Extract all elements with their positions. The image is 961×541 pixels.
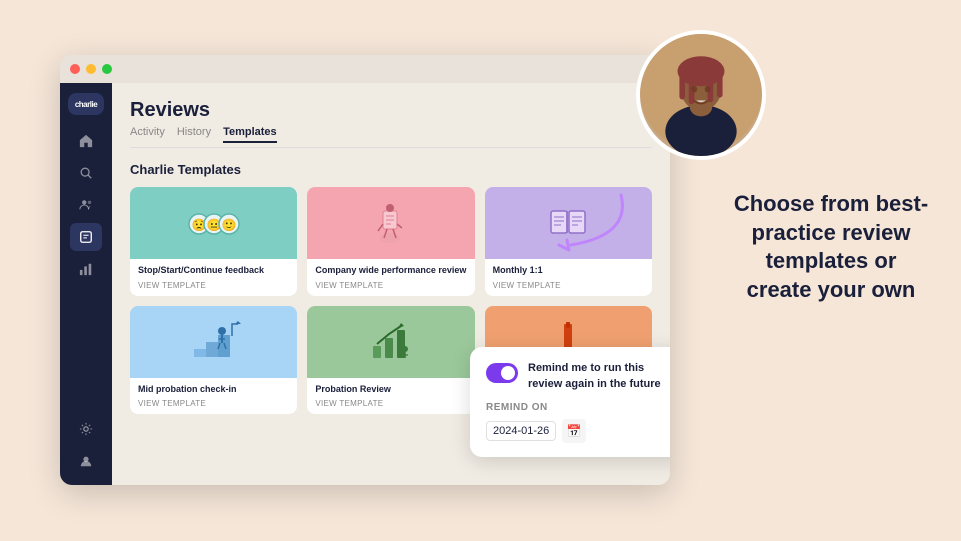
tab-history[interactable]: History	[177, 126, 211, 143]
card-body-monthly-11: Monthly 1:1 VIEW TEMPLATE	[485, 259, 652, 296]
remind-toggle[interactable]	[486, 363, 518, 383]
close-button[interactable]	[70, 64, 80, 74]
template-card-company-wide[interactable]: Company wide performance review VIEW TEM…	[307, 187, 474, 296]
maximize-button[interactable]	[102, 64, 112, 74]
view-template-probation-review[interactable]: VIEW TEMPLATE	[315, 399, 466, 408]
card-title-monthly-11: Monthly 1:1	[493, 265, 644, 277]
person-photo	[636, 30, 766, 160]
template-card-mid-probation[interactable]: Mid probation check-in VIEW TEMPLATE	[130, 306, 297, 415]
view-template-monthly-11[interactable]: VIEW TEMPLATE	[493, 281, 644, 290]
view-template-mid-probation[interactable]: VIEW TEMPLATE	[138, 399, 289, 408]
card-image-company-wide	[307, 187, 474, 259]
minimize-button[interactable]	[86, 64, 96, 74]
right-panel-text: Choose from best-practice review templat…	[731, 190, 931, 304]
app-logo: charlie	[68, 93, 104, 115]
sidebar-item-people[interactable]	[70, 191, 102, 219]
card-body-company-wide: Company wide performance review VIEW TEM…	[307, 259, 474, 296]
sidebar: charlie	[60, 83, 112, 485]
popup-header: Remind me to run this review again in th…	[486, 361, 670, 392]
popup-date-row: 2024-01-26 📅	[486, 419, 670, 443]
view-template-company-wide[interactable]: VIEW TEMPLATE	[315, 281, 466, 290]
window-body: charlie Re	[60, 83, 670, 485]
sidebar-item-profile[interactable]	[70, 447, 102, 475]
sidebar-item-search[interactable]	[70, 159, 102, 187]
browser-window: charlie Re	[60, 55, 670, 485]
sidebar-item-reviews[interactable]	[70, 223, 102, 251]
card-image-mid-probation	[130, 306, 297, 378]
date-input[interactable]: 2024-01-26	[486, 421, 556, 441]
card-image-probation-review	[307, 306, 474, 378]
tabs: Activity History Templates	[130, 126, 652, 148]
card-title-stop-start: Stop/Start/Continue feedback	[138, 265, 289, 277]
titlebar	[60, 55, 670, 83]
arrow-decoration	[541, 185, 631, 255]
remind-on-label: Remind on	[486, 402, 670, 413]
card-title-mid-probation: Mid probation check-in	[138, 384, 289, 396]
section-title: Charlie Templates	[130, 162, 652, 177]
card-title-probation-review: Probation Review	[315, 384, 466, 396]
tab-activity[interactable]: Activity	[130, 126, 165, 143]
card-body-stop-start: Stop/Start/Continue feedback VIEW TEMPLA…	[130, 259, 297, 296]
popup-title: Remind me to run this review again in th…	[528, 361, 670, 392]
calendar-icon[interactable]: 📅	[562, 419, 586, 443]
card-image-stop-start: 😟 😐 🙂	[130, 187, 297, 259]
card-body-probation-review: Probation Review VIEW TEMPLATE	[307, 378, 474, 415]
main-content: Reviews Activity History Templates Charl…	[112, 83, 670, 485]
svg-text:🙂: 🙂	[221, 218, 236, 232]
card-body-mid-probation: Mid probation check-in VIEW TEMPLATE	[130, 378, 297, 415]
view-template-stop-start[interactable]: VIEW TEMPLATE	[138, 281, 289, 290]
sidebar-item-home[interactable]	[70, 127, 102, 155]
sidebar-item-settings[interactable]	[70, 415, 102, 443]
template-card-probation-review[interactable]: Probation Review VIEW TEMPLATE	[307, 306, 474, 415]
template-card-stop-start[interactable]: 😟 😐 🙂 Stop/Start/Continue feedback VIEW …	[130, 187, 297, 296]
page-title: Reviews	[130, 99, 652, 122]
popup-card: Remind me to run this review again in th…	[470, 347, 670, 457]
right-panel: Choose from best-practice review templat…	[731, 190, 931, 304]
card-title-company-wide: Company wide performance review	[315, 265, 466, 277]
tab-templates[interactable]: Templates	[223, 126, 277, 143]
sidebar-item-analytics[interactable]	[70, 255, 102, 283]
